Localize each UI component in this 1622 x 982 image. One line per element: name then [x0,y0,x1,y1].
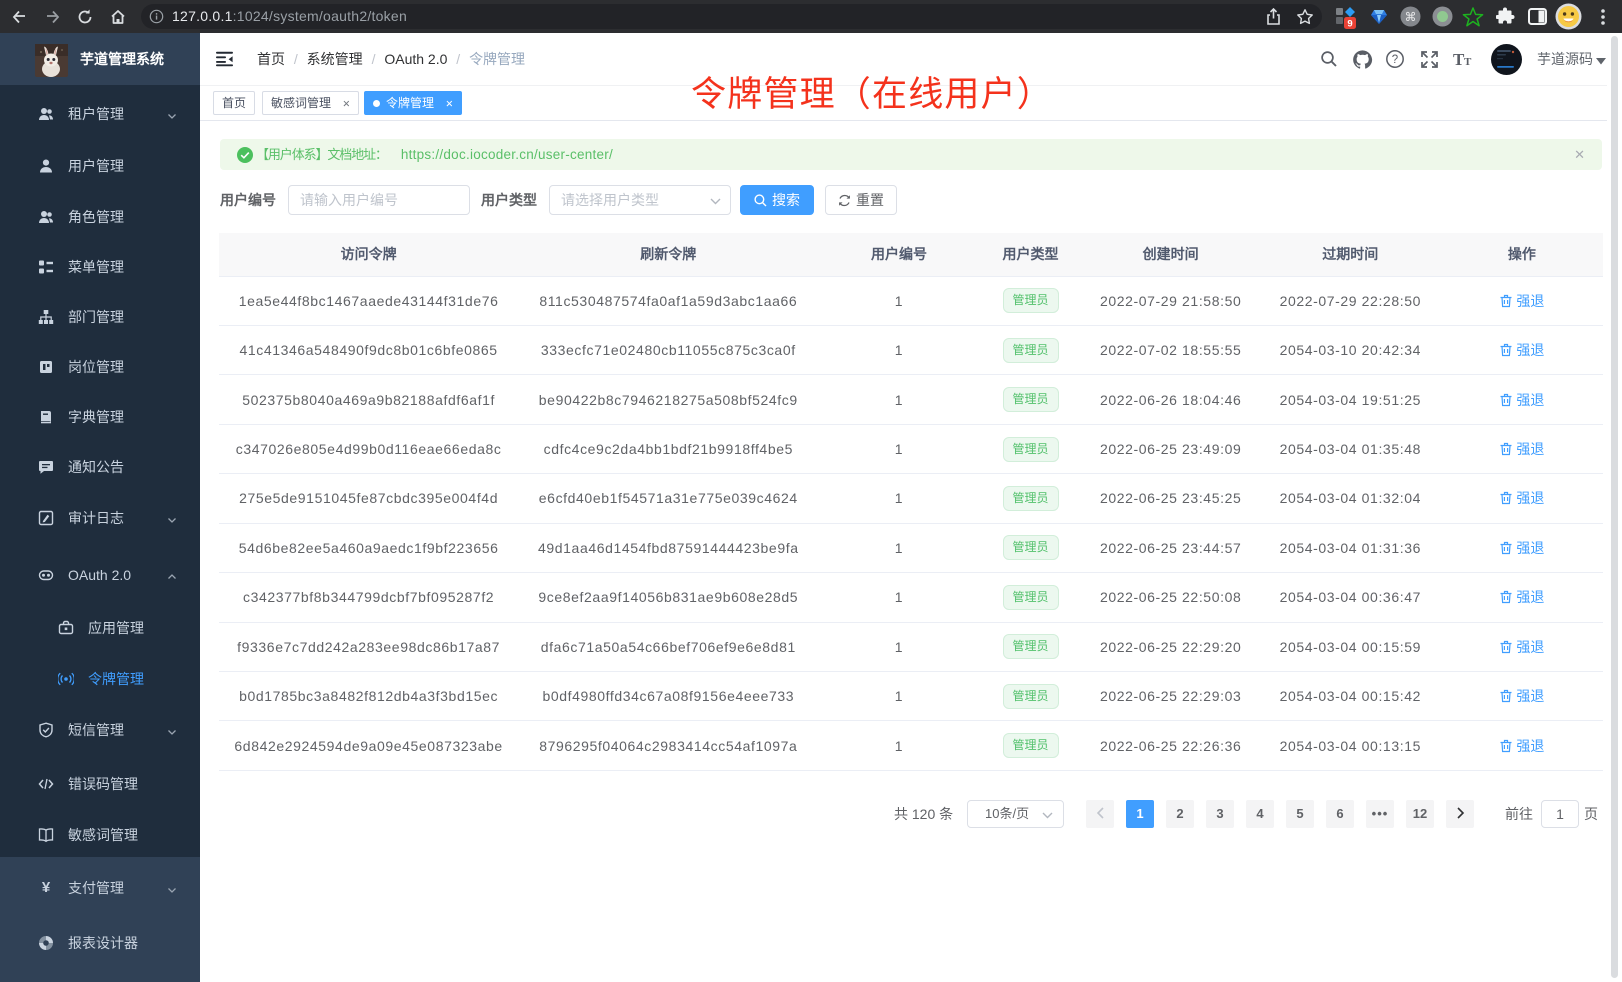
svg-text:⌘: ⌘ [1404,10,1416,24]
svg-text:T: T [1464,56,1472,68]
svg-text:?: ? [1392,54,1398,66]
svg-text:9: 9 [1347,18,1352,29]
